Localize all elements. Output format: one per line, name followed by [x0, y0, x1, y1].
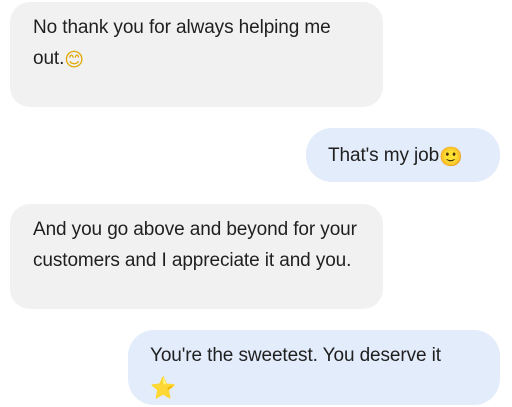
smiling-face-icon: 😊	[64, 49, 85, 71]
message-bubble-outgoing[interactable]: You're the sweetest. You deserve it ⭐	[128, 330, 500, 405]
star-icon: ⭐	[150, 376, 177, 400]
message-text: That's my job	[328, 145, 440, 166]
message-bubble-outgoing[interactable]: That's my job🙂	[306, 128, 500, 182]
message-text: You're the sweetest. You deserve it	[150, 345, 441, 366]
message-text: And you go above and beyond for your cus…	[33, 219, 363, 271]
slight-smile-icon: 🙂	[439, 146, 463, 168]
message-bubble-incoming[interactable]: No thank you for always helping me out.😊	[10, 2, 383, 107]
message-bubble-incoming[interactable]: And you go above and beyond for your cus…	[10, 204, 383, 309]
